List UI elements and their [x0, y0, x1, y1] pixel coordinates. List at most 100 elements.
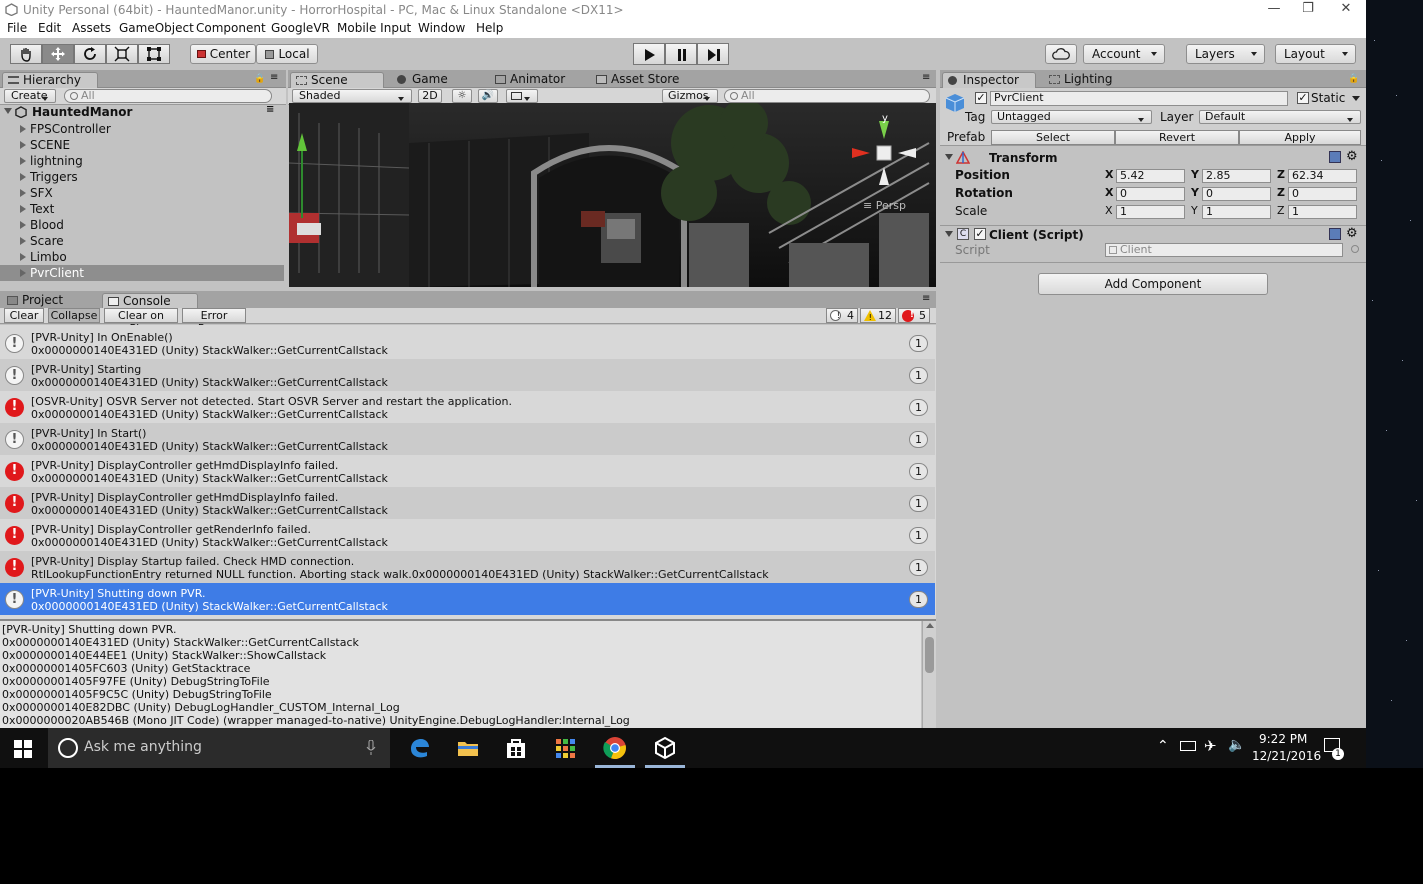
- panel-menu-icon[interactable]: ≡: [922, 72, 930, 83]
- step-button[interactable]: [697, 43, 729, 65]
- tab-asset-store[interactable]: Asset Store: [591, 72, 679, 88]
- hierarchy-item[interactable]: PvrClient: [0, 265, 284, 281]
- menu-window[interactable]: Window: [418, 21, 465, 35]
- console-log-row[interactable]: ! [PVR-Unity] In Start() 0x0000000140E431E…: [0, 423, 935, 455]
- menu-component[interactable]: Component: [196, 21, 266, 35]
- console-log-row[interactable]: ! [PVR-Unity] DisplayController getRender…: [0, 519, 935, 551]
- menu-file[interactable]: File: [7, 21, 27, 35]
- layout-dropdown[interactable]: Layout: [1275, 44, 1356, 64]
- rotate-tool[interactable]: [74, 44, 106, 64]
- menu-help[interactable]: Help: [476, 21, 503, 35]
- static-checkbox[interactable]: ✓: [1297, 92, 1309, 104]
- console-log-row[interactable]: ! [PVR-Unity] Display Startup failed. Che…: [0, 551, 935, 583]
- scale-y-axis-label[interactable]: Y: [1191, 204, 1198, 217]
- menu-gameobject[interactable]: GameObject: [119, 21, 194, 35]
- error-filter-toggle[interactable]: ! 5: [898, 308, 930, 323]
- scrollbar-thumb[interactable]: [925, 637, 934, 673]
- airplane-mode-icon[interactable]: ✈: [1204, 737, 1217, 755]
- chrome-icon[interactable]: [603, 736, 627, 760]
- 2d-toggle[interactable]: 2D: [418, 89, 442, 103]
- clock-time[interactable]: 9:22 PM: [1259, 732, 1307, 746]
- position-y-axis-label[interactable]: Y: [1191, 168, 1199, 181]
- console-clear-button[interactable]: Clear: [4, 308, 44, 323]
- help-book-icon[interactable]: [1329, 151, 1341, 163]
- object-name-input[interactable]: PvrClient: [990, 91, 1288, 106]
- help-book-icon[interactable]: [1329, 228, 1341, 240]
- hierarchy-item[interactable]: SCENE: [0, 137, 284, 153]
- scale-z-field[interactable]: 1: [1288, 205, 1357, 219]
- transform-header[interactable]: Transform ⚙: [940, 149, 1366, 166]
- tab-game[interactable]: Game: [392, 72, 448, 88]
- microphone-icon[interactable]: [366, 740, 376, 756]
- minimize-button[interactable]: —: [1256, 0, 1292, 20]
- rotation-z-axis-label[interactable]: Z: [1277, 186, 1285, 199]
- pause-button[interactable]: [665, 43, 697, 65]
- scene-menu-icon[interactable]: ≡: [266, 104, 274, 115]
- panel-menu-icon[interactable]: ≡: [922, 293, 930, 304]
- scale-x-axis-label[interactable]: X: [1105, 204, 1113, 217]
- position-z-field[interactable]: 62.34: [1288, 169, 1357, 183]
- scale-x-field[interactable]: 1: [1116, 205, 1185, 219]
- scale-y-field[interactable]: 1: [1202, 205, 1271, 219]
- show-hidden-icons-icon[interactable]: ⌃: [1157, 738, 1169, 754]
- unity-icon[interactable]: [653, 736, 677, 760]
- rotation-x-axis-label[interactable]: X: [1105, 186, 1113, 199]
- scale-tool[interactable]: [106, 44, 138, 64]
- gear-icon[interactable]: ⚙: [1346, 149, 1358, 164]
- lock-icon[interactable]: 🔒: [1348, 74, 1359, 84]
- hierarchy-search-input[interactable]: All: [64, 89, 272, 103]
- tab-inspector[interactable]: Inspector: [942, 72, 1036, 88]
- rotation-z-field[interactable]: 0: [1288, 187, 1357, 201]
- close-button[interactable]: ✕: [1328, 0, 1364, 20]
- cloud-button[interactable]: [1045, 44, 1077, 64]
- gear-icon[interactable]: ⚙: [1346, 226, 1358, 241]
- hierarchy-item[interactable]: Scare: [0, 233, 284, 249]
- tab-animator[interactable]: Animator: [490, 72, 565, 88]
- active-checkbox[interactable]: ✓: [975, 92, 987, 104]
- hierarchy-item[interactable]: Triggers: [0, 169, 284, 185]
- tab-lighting[interactable]: Lighting: [1044, 72, 1113, 88]
- console-log-row[interactable]: ! [PVR-Unity] DisplayController getHmdDis…: [0, 487, 935, 519]
- gizmos-dropdown[interactable]: Gizmos: [662, 89, 718, 103]
- scale-z-axis-label[interactable]: Z: [1277, 204, 1285, 217]
- persp-label[interactable]: ≡ Persp: [863, 199, 906, 212]
- battery-icon[interactable]: [1180, 741, 1196, 751]
- console-log-row[interactable]: ! [PVR-Unity] In OnEnable() 0x0000000140E4…: [0, 327, 935, 359]
- volume-icon[interactable]: 🔈: [1228, 737, 1245, 753]
- rotation-x-field[interactable]: 0: [1116, 187, 1185, 201]
- collapse-arrow-icon[interactable]: [945, 231, 953, 237]
- collapse-arrow-icon[interactable]: [945, 154, 953, 160]
- position-x-field[interactable]: 5.42: [1116, 169, 1185, 183]
- stacktrace-scrollbar[interactable]: [922, 621, 936, 736]
- menu-googlevr[interactable]: GoogleVR: [271, 21, 330, 35]
- error-pause-toggle[interactable]: Error Pause: [182, 308, 246, 335]
- script-component-header[interactable]: C ✓ Client (Script) ⚙: [940, 226, 1366, 242]
- position-z-axis-label[interactable]: Z: [1277, 168, 1285, 181]
- hierarchy-item[interactable]: Limbo: [0, 249, 284, 265]
- console-collapse-toggle[interactable]: Collapse: [48, 308, 100, 323]
- add-component-button[interactable]: Add Component: [1038, 273, 1268, 295]
- tab-scene[interactable]: Scene: [290, 72, 384, 88]
- scene-root-item[interactable]: HauntedManor ≡: [0, 104, 284, 120]
- hand-tool[interactable]: [10, 44, 42, 64]
- hierarchy-item[interactable]: lightning: [0, 153, 284, 169]
- scene-gizmo-icon[interactable]: y: [844, 115, 924, 187]
- windows-start-icon[interactable]: [14, 740, 32, 758]
- tab-hierarchy[interactable]: Hierarchy: [2, 72, 98, 88]
- console-log-row[interactable]: ! [OSVR-Unity] OSVR Server not detected. …: [0, 391, 935, 423]
- warning-filter-toggle[interactable]: ! 12: [860, 308, 896, 323]
- tab-project[interactable]: Project: [2, 293, 63, 309]
- pivot-center-toggle[interactable]: Center: [190, 44, 256, 64]
- scene-viewport[interactable]: y ≡ Persp: [289, 103, 936, 287]
- cortana-search-box[interactable]: Ask me anything: [48, 728, 390, 768]
- menu-mobile-input[interactable]: Mobile Input: [337, 21, 411, 35]
- panel-menu-icon[interactable]: ≡: [270, 72, 278, 83]
- console-log-row[interactable]: ! [PVR-Unity] Starting 0x0000000140E431ED …: [0, 359, 935, 391]
- shading-dropdown[interactable]: Shaded: [292, 89, 412, 103]
- pivot-space-toggle[interactable]: Local: [256, 44, 318, 64]
- clear-on-play-toggle[interactable]: Clear on Play: [104, 308, 178, 335]
- hierarchy-item[interactable]: FPSController: [0, 121, 284, 137]
- rotation-y-axis-label[interactable]: Y: [1191, 186, 1199, 199]
- console-log-row[interactable]: ! [PVR-Unity] DisplayController getHmdDis…: [0, 455, 935, 487]
- tag-dropdown[interactable]: Untagged: [991, 110, 1152, 124]
